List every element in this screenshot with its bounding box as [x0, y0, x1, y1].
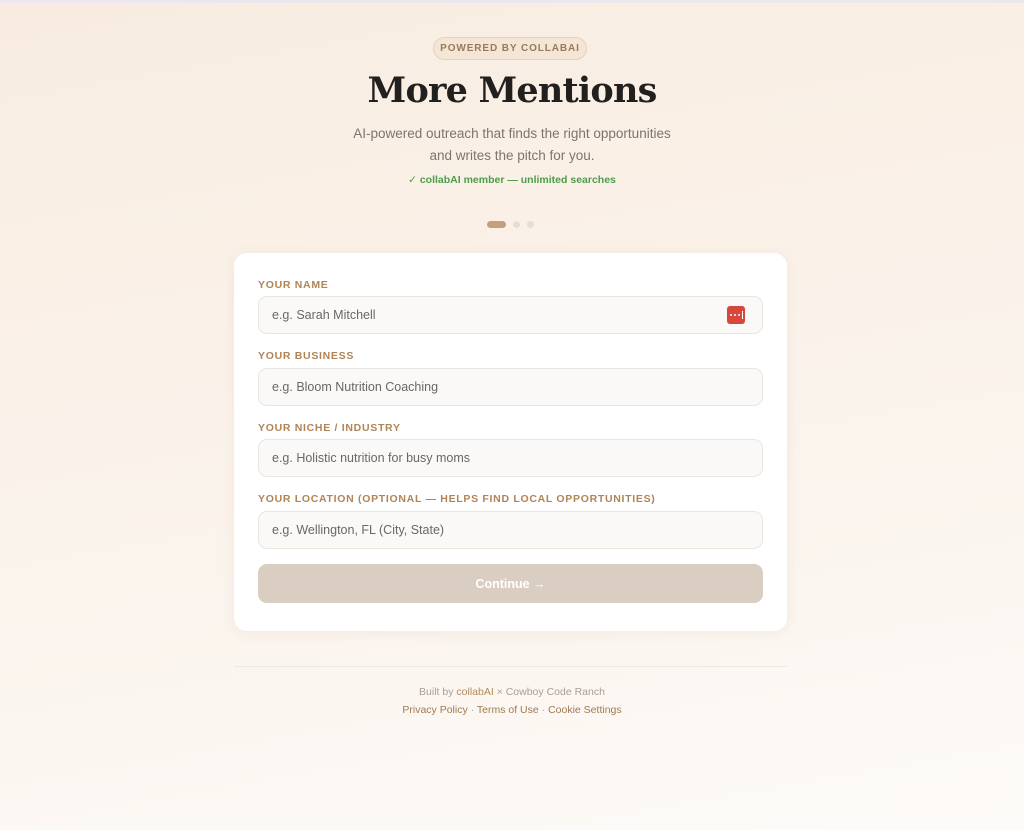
continue-button[interactable]: Continue → [258, 564, 763, 603]
built-suffix: × Cowboy Code Ranch [493, 686, 605, 698]
location-input[interactable] [258, 511, 763, 549]
built-prefix: Built by [419, 686, 457, 698]
footer-separator: · [538, 704, 549, 716]
name-label: YOUR NAME [258, 279, 329, 291]
member-status: ✓ collabAI member — unlimited searches [408, 174, 616, 186]
page-subtitle: AI-powered outreach that finds the right… [312, 123, 712, 167]
collabai-link[interactable]: collabAI [456, 686, 493, 698]
business-input[interactable] [258, 368, 763, 406]
top-border [0, 0, 1024, 3]
footer-separator: · [467, 704, 477, 716]
location-label: YOUR LOCATION (OPTIONAL — HELPS FIND LOC… [258, 493, 656, 505]
password-manager-icon[interactable] [727, 306, 745, 324]
form-card: YOUR NAME YOUR BUSINESS YOUR NICHE / IND… [234, 253, 787, 631]
step-indicator [487, 221, 534, 228]
terms-of-use-link[interactable]: Terms of Use [477, 704, 539, 716]
step-dot-1 [487, 221, 506, 228]
footer-divider [234, 666, 787, 667]
subtitle-line-2: and writes the pitch for you. [429, 148, 595, 163]
step-dot-2 [513, 221, 520, 228]
name-input[interactable] [258, 296, 763, 334]
niche-label: YOUR NICHE / INDUSTRY [258, 422, 401, 434]
footer-links: Privacy Policy · Terms of Use · Cookie S… [0, 704, 1024, 716]
business-label: YOUR BUSINESS [258, 350, 355, 362]
subtitle-line-1: AI-powered outreach that finds the right… [353, 126, 671, 141]
powered-by-badge: POWERED BY COLLABAI [433, 37, 587, 60]
cookie-settings-link[interactable]: Cookie Settings [548, 704, 622, 716]
page-title: More Mentions [367, 70, 658, 111]
step-dot-3 [527, 221, 534, 228]
privacy-policy-link[interactable]: Privacy Policy [402, 704, 467, 716]
footer-credit: Built by collabAI × Cowboy Code Ranch [0, 686, 1024, 698]
niche-input[interactable] [258, 439, 763, 477]
